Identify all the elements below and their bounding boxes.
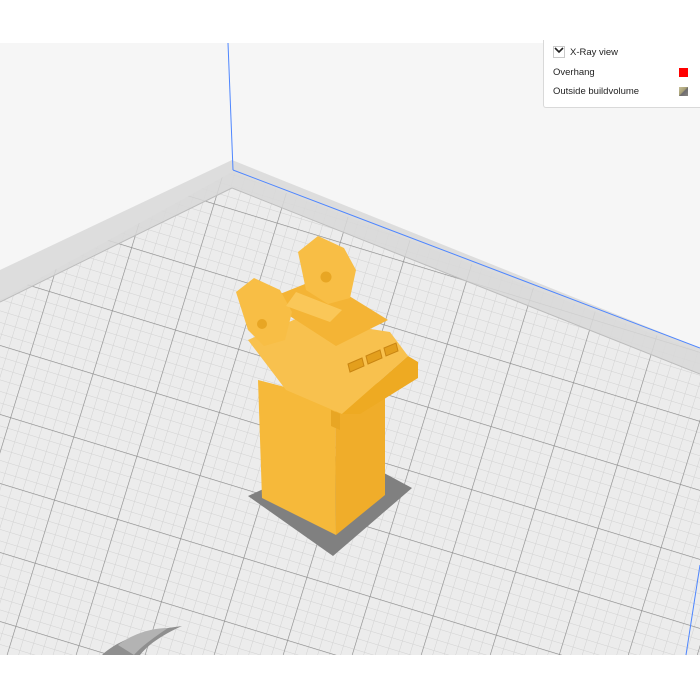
xray-view-label: X-Ray view xyxy=(570,46,619,58)
3d-viewport[interactable]: X-Ray view Overhang Outside buildvolume xyxy=(0,0,700,700)
overhang-swatch xyxy=(679,67,688,77)
view-legend-panel: X-Ray view Overhang Outside buildvolume xyxy=(543,40,700,108)
xray-view-row[interactable]: X-Ray view xyxy=(553,44,690,60)
overhang-row: Overhang xyxy=(553,64,690,80)
outside-buildvolume-label: Outside buildvolume xyxy=(553,85,640,97)
overhang-label: Overhang xyxy=(553,66,595,78)
outside-buildvolume-swatch xyxy=(679,86,688,96)
chevron-down-icon[interactable] xyxy=(554,46,690,58)
outside-buildvolume-row: Outside buildvolume xyxy=(553,83,690,99)
